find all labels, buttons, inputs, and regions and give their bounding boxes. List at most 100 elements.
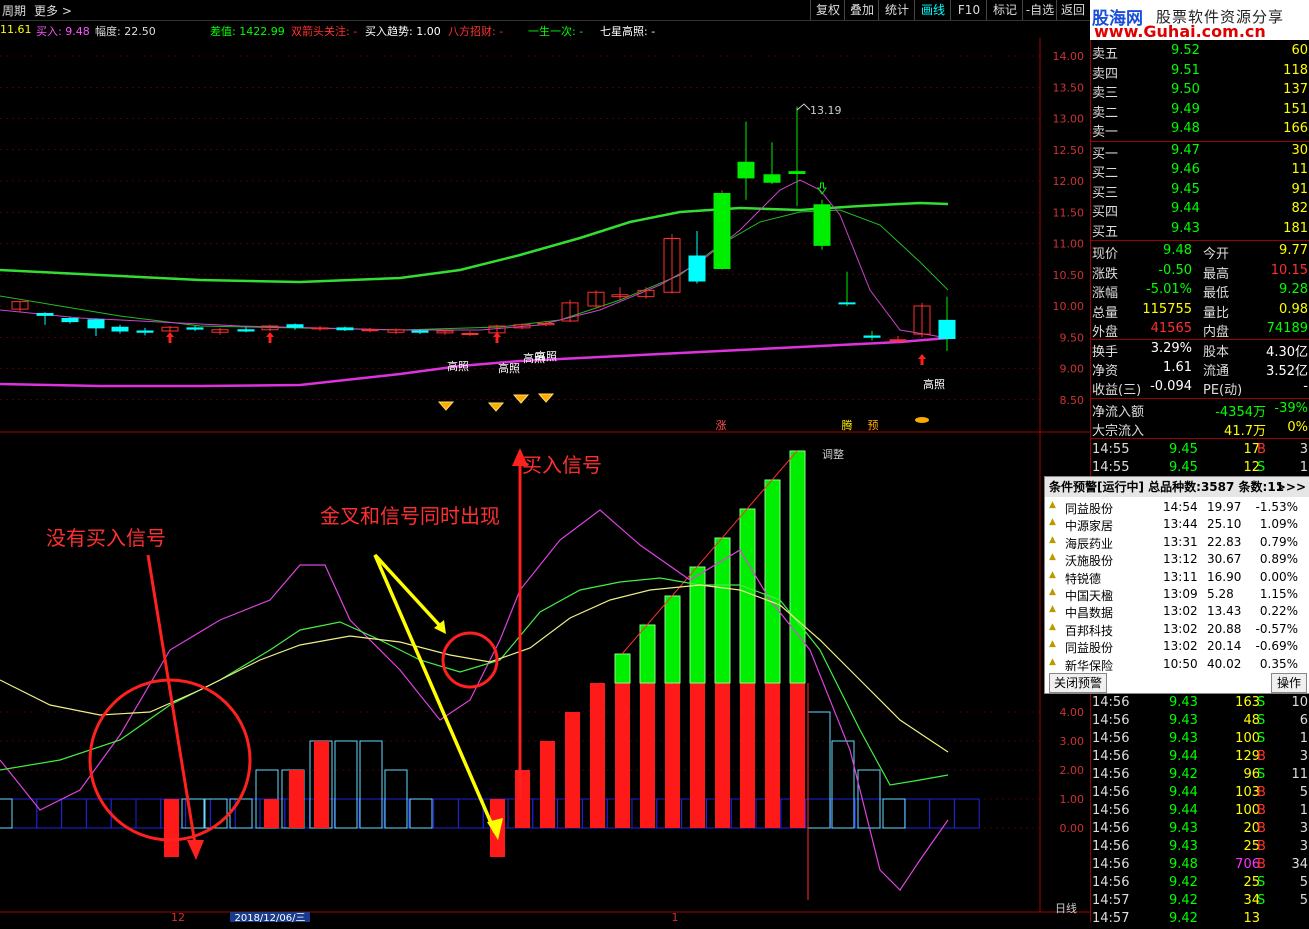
- alert-row-6[interactable]: ▲ 中昌数据 13:02 13.43 0.22%: [1045, 603, 1309, 620]
- info-item-4: 双箭头关注: -: [291, 25, 358, 38]
- hollow-bar-7: [334, 740, 358, 829]
- stat-row-3-cell-1: 115755: [1142, 301, 1192, 317]
- hollow-bar-3: [229, 798, 253, 829]
- alert-up-icon: ▲: [1049, 569, 1056, 580]
- alert-time: 13:02: [1163, 604, 1198, 619]
- alert-time: 13:44: [1163, 517, 1198, 532]
- stat2-row-0: 换手 3.29% 股本 4.30亿: [1091, 340, 1309, 360]
- alert-row-4[interactable]: ▲ 特锐德 13:11 16.90 0.00%: [1045, 569, 1309, 586]
- toolbar-button-3[interactable]: 画线: [914, 0, 951, 20]
- close-alert-button[interactable]: 关闭预警: [1049, 673, 1107, 693]
- toolbar-button-4[interactable]: F10: [950, 0, 987, 20]
- tick-row-0-cell-1: 9.45: [1169, 442, 1198, 457]
- ind-tick-0: 4.00: [1060, 706, 1085, 719]
- tick-row-10-cell-4: 3: [1299, 839, 1308, 854]
- ind-top-label: 调整: [822, 447, 844, 461]
- alert-pct: 0.79%: [1259, 534, 1298, 549]
- price-tick-6: 11.00: [1053, 238, 1085, 251]
- stat-row-3-cell-3: 0.98: [1279, 301, 1308, 317]
- tick-row-13-cell-3: S: [1257, 893, 1266, 908]
- toolbar-button-7[interactable]: 返回: [1056, 0, 1089, 20]
- alert-row-1[interactable]: ▲ 中源家居 13:44 25.10 1.09%: [1045, 516, 1309, 533]
- alert-row-2[interactable]: ▲ 海辰药业 13:31 22.83 0.79%: [1045, 534, 1309, 551]
- tick-row-5-cell-4: 3: [1299, 749, 1308, 764]
- tick-row-13-cell-1: 9.42: [1169, 893, 1198, 908]
- alert-more-button[interactable]: >>>: [1276, 477, 1306, 497]
- tick-row-9-cell-4: 3: [1299, 821, 1308, 836]
- book-row-1: 卖四 9.51 118: [1091, 62, 1309, 82]
- price-tick-11: 8.50: [1060, 394, 1085, 407]
- toolbar-button-1[interactable]: 叠加: [844, 0, 879, 20]
- red-bar-6: [540, 741, 555, 828]
- alert-row-5[interactable]: ▲ 中国天楹 13:09 5.28 1.15%: [1045, 586, 1309, 603]
- stat-row-0-cell-2: 今开: [1203, 247, 1230, 262]
- alert-row-0[interactable]: ▲ 同益股份 14:54 19.97 -1.53%: [1045, 499, 1309, 516]
- tick-row-14-cell-2: 13: [1243, 911, 1260, 926]
- buy-arrow-1: [266, 332, 274, 343]
- book-row-6-cell-1: 9.46: [1171, 162, 1200, 177]
- guhai-logo: 股海网 股票软件资源分享 www.Guhai.com.cn: [1090, 0, 1309, 41]
- alert-price: 40.02: [1207, 656, 1242, 671]
- base-box-2: [61, 798, 87, 829]
- book-row-8-cell-0: 买四: [1092, 205, 1119, 220]
- book-row-6: 买二 9.46 11: [1091, 161, 1309, 181]
- tick-row-1-cell-1: 9.45: [1169, 460, 1198, 475]
- period-menu[interactable]: 周期: [2, 2, 26, 19]
- alert-time: 10:50: [1163, 656, 1198, 671]
- book-row-6-cell-2: 11: [1291, 162, 1308, 177]
- book-row-1-cell-2: 118: [1283, 62, 1308, 78]
- candle-body-28: [713, 193, 731, 269]
- stat2-row-1-cell-0: 净资: [1092, 364, 1119, 379]
- stat-row-2-cell-2: 最低: [1203, 286, 1230, 301]
- high-label: 13.19: [810, 104, 842, 117]
- date-label: 2018/12/06/三: [234, 913, 305, 922]
- book-row-4-cell-2: 166: [1283, 121, 1308, 136]
- alert-row-3[interactable]: ▲ 沃施股份 13:12 30.67 0.89%: [1045, 551, 1309, 568]
- alert-stock-name: 新华保险: [1065, 658, 1114, 673]
- alert-row-9[interactable]: ▲ 新华保险 10:50 40.02 0.35%: [1045, 656, 1309, 673]
- book-row-5-cell-2: 30: [1291, 142, 1308, 158]
- annotation-golden-cross: 金叉和信号同时出现: [320, 504, 500, 528]
- toolbar-button-5[interactable]: 标记: [986, 0, 1023, 20]
- red-bar-10: [640, 683, 655, 828]
- alert-pct: 0.89%: [1259, 552, 1298, 567]
- book-row-3-cell-2: 151: [1283, 101, 1308, 117]
- alert-operate-button[interactable]: 操作: [1271, 673, 1307, 693]
- tick-row-11-cell-3: B: [1257, 857, 1266, 872]
- tick-row-11-cell-1: 9.48: [1169, 857, 1198, 872]
- price-tick-1: 13.50: [1053, 81, 1085, 94]
- red-bar-16: [790, 683, 805, 828]
- stats-separator: [1091, 240, 1309, 241]
- alert-pct: 0.00%: [1259, 569, 1298, 584]
- logo-url: www.Guhai.com.cn: [1094, 22, 1266, 41]
- candle-body-34: [863, 335, 881, 338]
- toolbar-button-0[interactable]: 复权: [810, 0, 845, 20]
- book-row-3-cell-1: 9.49: [1171, 101, 1200, 117]
- price-tick-5: 11.50: [1053, 206, 1085, 219]
- alert-row-8[interactable]: ▲ 同益股份 13:02 20.14 -0.69%: [1045, 638, 1309, 655]
- alert-time: 14:54: [1163, 500, 1198, 514]
- base-box-1: [36, 798, 63, 829]
- toolbar-button-2[interactable]: 统计: [878, 0, 915, 20]
- tick-row-7-cell-3: B: [1257, 785, 1266, 800]
- alert-stock-name: 海辰药业: [1065, 536, 1114, 551]
- green-bar-5: [739, 508, 756, 684]
- alert-up-icon: ▲: [1049, 517, 1056, 528]
- stat2-row-0-cell-2: 股本: [1203, 345, 1230, 360]
- toolbar-button-6[interactable]: -自选: [1022, 0, 1057, 20]
- alert-row-7[interactable]: ▲ 百邦科技 13:02 20.88 -0.57%: [1045, 621, 1309, 638]
- book-row-0-cell-1: 9.52: [1171, 43, 1200, 58]
- book-row-9-cell-1: 9.43: [1171, 220, 1200, 236]
- alert-pct: 0.35%: [1259, 656, 1298, 671]
- red-bar-14: [740, 683, 755, 828]
- base-box-34: [854, 798, 881, 829]
- stat-row-1-cell-2: 最高: [1203, 266, 1230, 282]
- ma-green: [0, 209, 949, 331]
- yu-label: 预: [868, 419, 879, 432]
- flow-row-0-cell-1: -4354万: [1215, 405, 1266, 420]
- kline-chart[interactable]: 14.0013.5013.0012.5012.0011.5011.0010.50…: [0, 38, 1090, 922]
- annotation-no-buy: 没有买入信号: [46, 526, 166, 550]
- info-item-0: 11.61: [0, 23, 32, 36]
- more-menu[interactable]: 更多 >: [34, 2, 72, 19]
- stat2-row-2-cell-2: PE(动): [1203, 383, 1243, 398]
